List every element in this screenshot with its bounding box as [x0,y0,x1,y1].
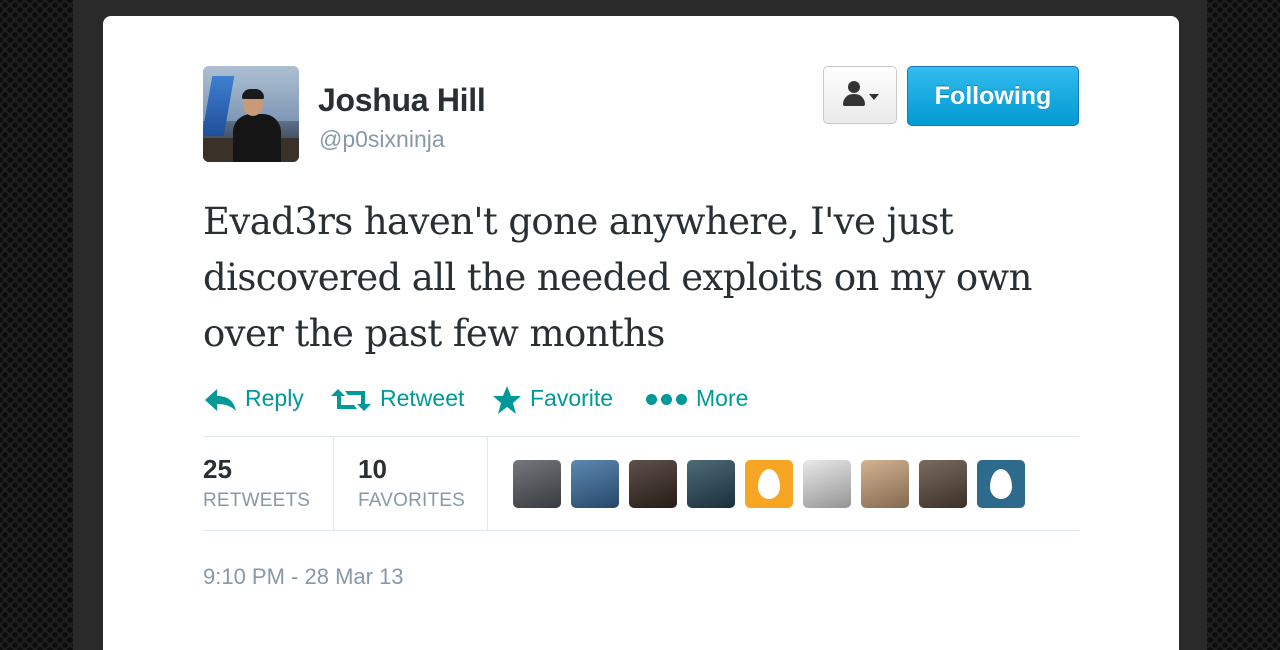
tweet-text: Evad3rs haven't gone anywhere, I've just… [203,200,1032,355]
star-icon [492,385,522,415]
divider-bottom [203,530,1079,531]
more-dots-icon [646,393,688,406]
favoriter-avatar[interactable] [861,460,909,508]
reply-label: Reply [245,385,304,411]
tweet-timestamp[interactable]: 9:10 PM - 28 Mar 13 [203,564,404,590]
retweets-label[interactable]: RETWEETS [203,490,310,512]
egg-icon [990,469,1012,499]
more-label: More [696,385,749,411]
favoriter-avatar[interactable] [803,460,851,508]
following-button[interactable]: Following [907,66,1079,126]
more-button[interactable]: More [646,380,748,416]
divider-top [203,436,1079,437]
chevron-down-icon [869,94,879,100]
favorite-button[interactable]: Favorite [492,380,613,416]
avatar-torso [233,114,281,162]
favoriter-avatar[interactable] [745,460,793,508]
stats-divider-1 [333,437,334,530]
stats-divider-2 [487,437,488,530]
egg-icon [758,469,780,499]
photo-shade [861,460,909,508]
user-handle[interactable]: @p0sixninja [319,126,445,153]
user-dropdown-icon [848,81,860,93]
reply-button[interactable]: Reply [203,380,304,416]
retweet-button[interactable]: Retweet [330,380,464,416]
favoriter-avatar[interactable] [629,460,677,508]
favoriter-avatar[interactable] [919,460,967,508]
retweets-count[interactable]: 25 [203,454,232,485]
photo-shade [919,460,967,508]
photo-shade [513,460,561,508]
favoriter-avatar[interactable] [513,460,561,508]
photo-shade [629,460,677,508]
favoriter-avatar[interactable] [687,460,735,508]
avatar-hair [242,89,264,99]
photo-shade [571,460,619,508]
favoriter-avatar[interactable] [571,460,619,508]
retweet-label: Retweet [380,385,465,411]
user-fullname[interactable]: Joshua Hill [318,82,486,119]
favorites-label[interactable]: FAVORITES [358,490,465,512]
tweet-card: Joshua Hill @p0sixninja Following Evad3r… [103,16,1179,650]
user-dropdown-icon-body [843,94,865,106]
photo-shade [803,460,851,508]
retweet-icon [330,388,372,412]
favorite-label: Favorite [530,385,614,411]
favorites-count[interactable]: 10 [358,454,387,485]
favoriter-avatar[interactable] [977,460,1025,508]
avatar[interactable] [203,66,299,162]
user-actions-dropdown-button[interactable] [823,66,897,124]
reply-icon [203,387,237,413]
photo-shade [687,460,735,508]
